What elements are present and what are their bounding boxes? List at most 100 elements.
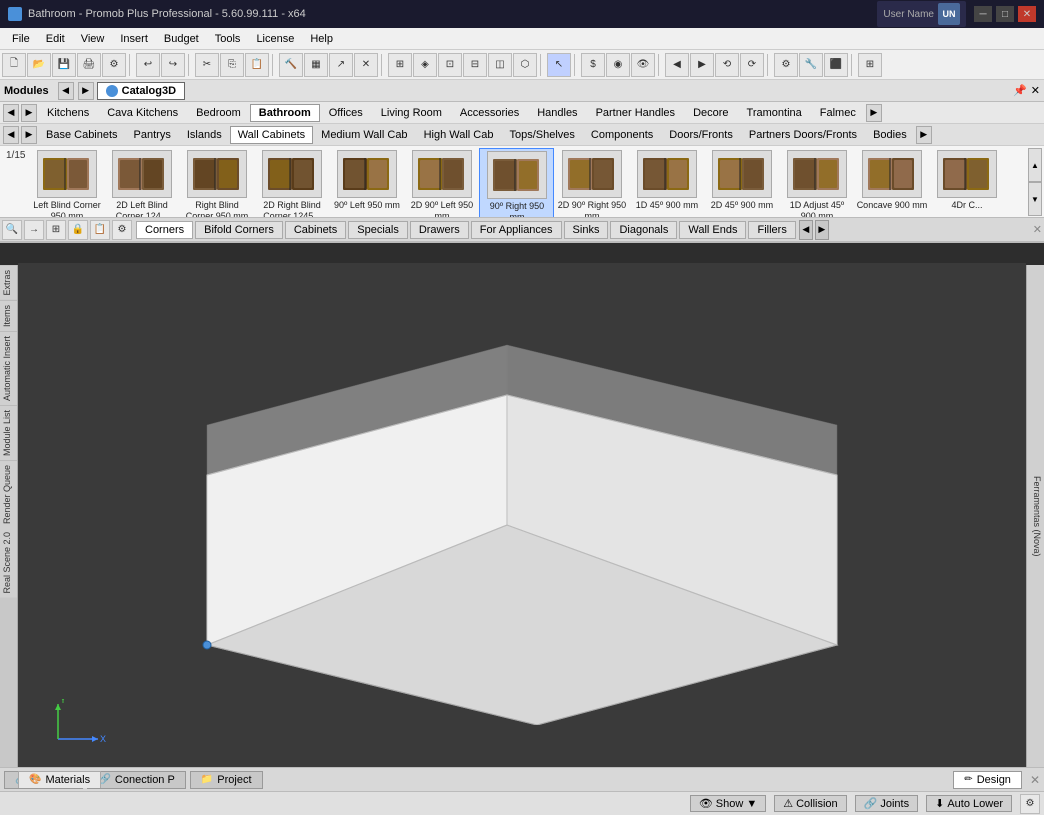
tb-d2[interactable]: ▶: [690, 53, 714, 77]
subtab-fillers[interactable]: Fillers: [748, 221, 795, 239]
subtab-arrow[interactable]: →: [24, 220, 44, 240]
cat-cava-kitchens[interactable]: Cava Kitchens: [98, 104, 187, 122]
tab-project[interactable]: 📁 Project: [190, 771, 263, 789]
subtab-appliances[interactable]: For Appliances: [471, 221, 562, 239]
subtab-b1[interactable]: ⊞: [46, 220, 66, 240]
collision-button[interactable]: ⚠ Collision: [774, 795, 846, 812]
cabinet-item-4[interactable]: 2D Right Blind Corner 1245...: [254, 148, 329, 218]
sidebar-ferramentas[interactable]: Ferramentas (Nova): [1027, 265, 1044, 767]
modules-close[interactable]: ✕: [1031, 84, 1040, 97]
tab-connection-p[interactable]: 🔗 Conection P: [87, 771, 185, 789]
tb-b5[interactable]: ⊞: [388, 53, 412, 77]
tb-b6[interactable]: ◈: [413, 53, 437, 77]
tb-e2[interactable]: 🔧: [799, 53, 823, 77]
joints-button[interactable]: 🔗 Joints: [855, 795, 918, 812]
subcat-high[interactable]: High Wall Cab: [416, 126, 502, 144]
scroll-down[interactable]: ▼: [1028, 182, 1042, 216]
catalog3d-tab[interactable]: Catalog3D: [97, 82, 185, 100]
tb-c2[interactable]: ◉: [606, 53, 630, 77]
tb-redo[interactable]: ↪: [161, 53, 185, 77]
cabinet-item-9[interactable]: 1D 45º 900 mm: [629, 148, 704, 213]
tb-b4[interactable]: ✕: [354, 53, 378, 77]
subcat-prev[interactable]: ◀: [3, 126, 19, 144]
subtab-sinks[interactable]: Sinks: [564, 221, 609, 239]
cat-nav-left[interactable]: ◀: [58, 82, 74, 100]
cabinet-item-10[interactable]: 2D 45º 900 mm: [704, 148, 779, 213]
cat-nav-right2[interactable]: ▶: [78, 82, 94, 100]
subtab-bifold[interactable]: Bifold Corners: [195, 221, 283, 239]
tb-new[interactable]: 🗋: [2, 53, 26, 77]
menu-budget[interactable]: Budget: [156, 31, 207, 47]
tb-open[interactable]: 📂: [27, 53, 51, 77]
cat-kitchens[interactable]: Kitchens: [38, 104, 98, 122]
cat-living-room[interactable]: Living Room: [372, 104, 451, 122]
cat-accessories[interactable]: Accessories: [451, 104, 528, 122]
cat-prev[interactable]: ◀: [3, 104, 19, 122]
tb-b1[interactable]: 🔨: [279, 53, 303, 77]
tb-cut[interactable]: ✂: [195, 53, 219, 77]
cabinet-item-3[interactable]: Right Blind Corner 950 mm: [179, 148, 254, 218]
maximize-button[interactable]: □: [996, 6, 1014, 22]
tb-copy[interactable]: ⎘: [220, 53, 244, 77]
tb-f1[interactable]: ⊞: [858, 53, 882, 77]
cat-handles[interactable]: Handles: [528, 104, 586, 122]
tb-save[interactable]: 💾: [52, 53, 76, 77]
cabinet-item-5[interactable]: 90º Left 950 mm: [329, 148, 404, 213]
tb-settings[interactable]: ⚙: [102, 53, 126, 77]
tb-undo[interactable]: ↩: [136, 53, 160, 77]
close-button[interactable]: ✕: [1018, 6, 1036, 22]
sidebar-auto-insert[interactable]: Automatic Insert: [0, 331, 17, 405]
cat-bathroom[interactable]: Bathroom: [250, 104, 320, 122]
menu-tools[interactable]: Tools: [207, 31, 249, 47]
cabinet-item-8[interactable]: 2D 90º Right 950 mm: [554, 148, 629, 218]
sidebar-render[interactable]: Render Queue: [0, 460, 17, 528]
tb-select[interactable]: ↖: [547, 53, 571, 77]
cabinet-item-13[interactable]: 4Dr C...: [929, 148, 1004, 213]
tb-b7[interactable]: ⊡: [438, 53, 462, 77]
subtab-wallends[interactable]: Wall Ends: [679, 221, 746, 239]
cat-bedroom[interactable]: Bedroom: [187, 104, 250, 122]
sidebar-realscene[interactable]: Real Scene 2.0: [0, 528, 17, 598]
cat-tramontina[interactable]: Tramontina: [738, 104, 811, 122]
subtab-drawers[interactable]: Drawers: [410, 221, 469, 239]
menu-edit[interactable]: Edit: [38, 31, 73, 47]
subcat-more[interactable]: ▶: [916, 126, 932, 144]
subtab-b2[interactable]: 🔒: [68, 220, 88, 240]
cat-partner-handles[interactable]: Partner Handles: [587, 104, 685, 122]
subtab-next[interactable]: ▶: [815, 220, 829, 240]
subtab-cabinets[interactable]: Cabinets: [285, 221, 346, 239]
subtab-corners[interactable]: Corners: [136, 221, 193, 239]
cabinet-item-11[interactable]: 1D Adjust 45º 900 mm: [779, 148, 854, 218]
sidebar-module-list[interactable]: Module List: [0, 405, 17, 460]
cabinet-item-7[interactable]: 90º Right 950 mm: [479, 148, 554, 218]
cat-offices[interactable]: Offices: [320, 104, 372, 122]
subcat-bodies[interactable]: Bodies: [865, 126, 915, 144]
window-controls[interactable]: ─ □ ✕: [974, 6, 1036, 22]
subcat-next[interactable]: ▶: [21, 126, 37, 144]
sidebar-extras[interactable]: Extras: [0, 265, 17, 300]
tb-c3[interactable]: 👁: [631, 53, 655, 77]
tabs-close[interactable]: ✕: [1030, 773, 1040, 787]
cat-falmec[interactable]: Falmec: [811, 104, 865, 122]
subtab-close[interactable]: ✕: [1033, 223, 1042, 236]
tb-d4[interactable]: ⟳: [740, 53, 764, 77]
subtab-b4[interactable]: ⚙: [112, 220, 132, 240]
tb-b8[interactable]: ⊟: [463, 53, 487, 77]
tb-b9[interactable]: ◫: [488, 53, 512, 77]
subcat-tops[interactable]: Tops/Shelves: [501, 126, 582, 144]
tb-d3[interactable]: ⟲: [715, 53, 739, 77]
show-button[interactable]: 👁 Show ▼: [690, 795, 766, 812]
menu-license[interactable]: License: [248, 31, 302, 47]
subcat-partners[interactable]: Partners Doors/Fronts: [741, 126, 865, 144]
tab-design[interactable]: ✏ Design: [953, 771, 1022, 789]
modules-pin[interactable]: 📌: [1013, 84, 1027, 97]
subcat-pantrys[interactable]: Pantrys: [126, 126, 179, 144]
subtab-diagonals[interactable]: Diagonals: [610, 221, 677, 239]
subtab-prev[interactable]: ◀: [799, 220, 813, 240]
tb-b10[interactable]: ⬡: [513, 53, 537, 77]
subtab-search[interactable]: 🔍: [2, 220, 22, 240]
subcat-components[interactable]: Components: [583, 126, 661, 144]
menu-help[interactable]: Help: [302, 31, 341, 47]
cat-next[interactable]: ▶: [21, 104, 37, 122]
minimize-button[interactable]: ─: [974, 6, 992, 22]
